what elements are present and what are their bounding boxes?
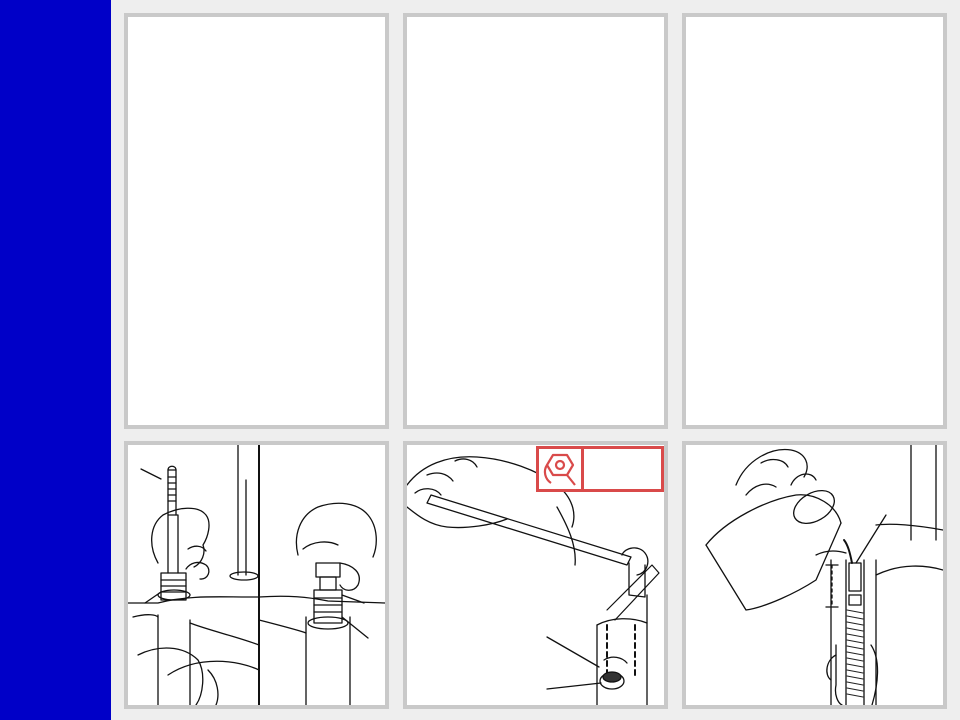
torque-badge (536, 446, 664, 492)
torque-wrench-icon (543, 453, 576, 486)
illustration-panel-1 (124, 441, 389, 709)
illustration-panel-3 (682, 441, 947, 709)
illustration-panel-2 (403, 441, 668, 709)
pouring-oil-illustration (705, 445, 943, 705)
torque-icon-box (539, 449, 584, 489)
text-panel-1 (124, 13, 389, 429)
cartridge-removal-illustration (128, 445, 385, 705)
text-panel-3 (682, 13, 947, 429)
text-panel-2 (403, 13, 668, 429)
sidebar-band (0, 0, 111, 720)
